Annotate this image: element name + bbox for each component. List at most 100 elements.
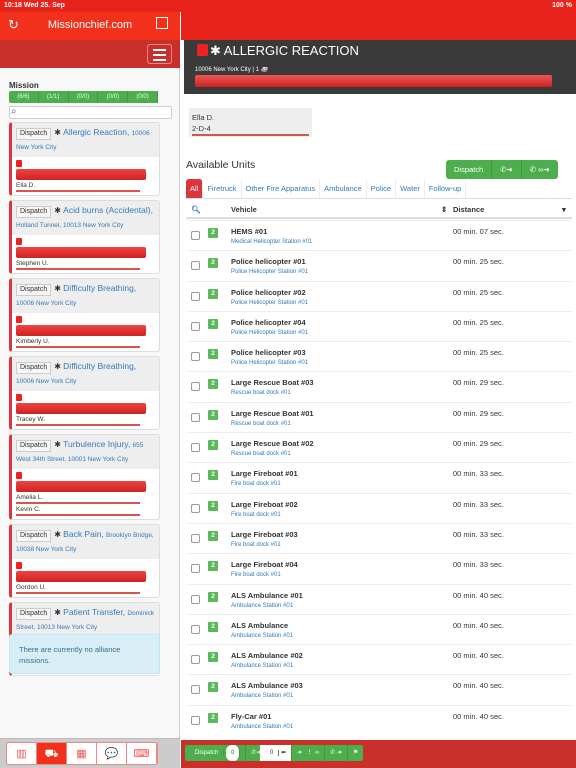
station-name[interactable]: Ambulance Station #01	[231, 693, 293, 699]
tab-water[interactable]: Water	[396, 179, 425, 198]
unit-checkbox[interactable]	[191, 382, 200, 392]
buildings-icon[interactable]: ▦	[67, 743, 97, 764]
table-row[interactable]: 2 ALS Ambulance #03 Ambulance Station #01 0…	[186, 674, 572, 704]
dispatch-share-next-button[interactable]: ✆ ∞➜	[522, 160, 558, 179]
table-row[interactable]: 2 Police helicopter #01 Police Helicopter …	[186, 250, 572, 280]
vehicle-name[interactable]: Large Rescue Boat #02	[231, 439, 314, 448]
missions-icon[interactable]: ⛟	[37, 743, 67, 764]
table-row[interactable]: 2 Large Fireboat #03 Fire boat dock #01 00 …	[186, 522, 572, 553]
vehicle-name[interactable]: ALS Ambulance #01	[231, 591, 303, 600]
station-name[interactable]: Medical Helicopter Station #01	[231, 239, 312, 245]
dispatch-next-button[interactable]: ✆➜	[492, 160, 522, 179]
station-name[interactable]: Fire boat dock #01	[231, 572, 281, 578]
dispatch-button[interactable]: Dispatch	[446, 160, 493, 179]
unit-checkbox[interactable]	[191, 624, 200, 634]
search-icon[interactable]: 🔍︎	[191, 205, 201, 214]
tab-follow-up[interactable]: Follow-up	[425, 179, 467, 198]
vehicle-name[interactable]: ALS Ambulance	[231, 621, 288, 630]
table-row[interactable]: 2 ALS Ambulance Ambulance Station #01 00 mi…	[186, 613, 572, 644]
unit-checkbox[interactable]	[191, 291, 200, 301]
mission-card[interactable]: Dispatch ✱ Acid burns (Accidental), Holla…	[9, 200, 160, 274]
mission-card[interactable]: Dispatch ✱ Turbulence Injury, 655 West 34…	[9, 434, 160, 520]
station-name[interactable]: Fire boat dock #01	[231, 512, 281, 518]
table-row[interactable]: 2 Police helicopter #03 Police Helicopter …	[186, 341, 572, 371]
table-row[interactable]: 2 ALS Ambulance #01 Ambulance Station #01 0…	[186, 583, 572, 614]
vehicle-name[interactable]: HEMS #01	[231, 227, 267, 236]
vehicle-name[interactable]: Large Fireboat #04	[231, 560, 298, 569]
dispatch-button[interactable]: Dispatch	[16, 362, 52, 374]
tab-ambulance[interactable]: Ambulance	[320, 179, 367, 198]
unit-checkbox[interactable]	[191, 533, 200, 543]
unit-checkbox[interactable]	[191, 231, 200, 240]
station-name[interactable]: Police Helicopter Station #01	[231, 330, 308, 336]
footer-dispatch-button[interactable]: Dispatch 0	[185, 745, 247, 761]
station-name[interactable]: Ambulance Station #01	[231, 603, 293, 609]
menu-button[interactable]	[147, 44, 172, 64]
vehicle-name[interactable]: Large Rescue Boat #03	[231, 378, 314, 387]
dispatch-button[interactable]: Dispatch	[16, 128, 52, 140]
unit-checkbox[interactable]	[191, 503, 200, 513]
previous-mission-button[interactable]: 0 ⬅	[260, 745, 293, 761]
mission-card[interactable]: Dispatch ✱ Difficulty Breathing, 10006 Ne…	[9, 356, 160, 430]
table-row[interactable]: 2 HEMS #01 Medical Helicopter Station #01 0…	[186, 220, 572, 250]
unit-checkbox[interactable]	[191, 655, 200, 665]
table-row[interactable]: 2 Large Fireboat #02 Fire boat dock #01 00 …	[186, 492, 572, 523]
unit-checkbox[interactable]	[191, 443, 200, 453]
filter-building-icon[interactable]: (0/0)	[69, 91, 99, 103]
vehicle-name[interactable]: ALS Ambulance #02	[231, 651, 303, 660]
table-row[interactable]: 2 Police helicopter #04 Police Helicopter …	[186, 310, 572, 341]
vehicle-name[interactable]: Police helicopter #04	[231, 318, 306, 327]
dispatch-button[interactable]: Dispatch	[16, 284, 52, 296]
station-name[interactable]: Ambulance Station #01	[231, 633, 293, 639]
unit-checkbox[interactable]	[191, 594, 200, 604]
filter-clock-icon[interactable]: (0/0)	[128, 91, 158, 103]
mission-name[interactable]: Acid burns (Accidental),	[63, 205, 153, 215]
unit-checkbox[interactable]	[191, 261, 200, 271]
sort-icon[interactable]: ⇕	[441, 205, 447, 214]
vehicle-name[interactable]: Police helicopter #01	[231, 257, 306, 266]
sort-desc-icon[interactable]: ▾	[562, 205, 566, 214]
mission-name[interactable]: Allergic Reaction,	[63, 127, 129, 137]
tab-police[interactable]: Police	[367, 179, 397, 198]
unit-checkbox[interactable]	[191, 352, 200, 362]
mission-search-input[interactable]: ⌕	[9, 106, 172, 119]
vehicle-name[interactable]: Fly-Car #01	[231, 712, 271, 721]
expand-icon[interactable]	[156, 17, 168, 29]
mission-card[interactable]: Dispatch ✱ Back Pain, Brooklyn Bridge, 10…	[9, 524, 160, 598]
table-row[interactable]: 2 Large Fireboat #04 Fire boat dock #01 00 …	[186, 553, 572, 583]
tab-firetruck[interactable]: Firetruck	[203, 179, 242, 198]
filter-patient-icon[interactable]: (6/6)	[9, 91, 39, 103]
unit-checkbox[interactable]	[191, 685, 200, 695]
distance-column-header[interactable]: Distance	[453, 205, 484, 214]
finish-flag-icon[interactable]: ⚑	[348, 745, 363, 761]
vehicle-name[interactable]: Large Fireboat #01	[231, 469, 298, 478]
table-row[interactable]: 2 Large Rescue Boat #01 Rescue boat dock #…	[186, 401, 572, 432]
station-name[interactable]: Rescue boat dock #01	[231, 421, 291, 427]
table-row[interactable]: 2 Police helicopter #02 Police Helicopter …	[186, 280, 572, 311]
mission-name[interactable]: Difficulty Breathing,	[63, 361, 136, 371]
table-row[interactable]: 2 Large Rescue Boat #02 Rescue boat dock #…	[186, 432, 572, 462]
mission-name[interactable]: Patient Transfer,	[63, 607, 125, 617]
station-name[interactable]: Rescue boat dock #01	[231, 390, 291, 396]
unit-checkbox[interactable]	[191, 412, 200, 422]
dispatch-button[interactable]: Dispatch	[16, 608, 52, 620]
tab-all[interactable]: All	[186, 179, 204, 198]
patient-card[interactable]: Ella D. 2-D-4	[189, 108, 312, 137]
share-call-next-button[interactable]: ✆ ➜	[325, 745, 349, 761]
dispatch-button[interactable]: Dispatch	[16, 530, 52, 542]
station-name[interactable]: Police Helicopter Station #01	[231, 300, 308, 306]
table-row[interactable]: 2 Fly-Car #01 Ambulance Station #01 00 min.…	[186, 704, 572, 735]
mission-name[interactable]: Back Pain,	[63, 529, 104, 539]
unit-checkbox[interactable]	[191, 321, 200, 331]
mission-card[interactable]: Dispatch ✱ Difficulty Breathing, 10006 Ne…	[9, 278, 160, 352]
dispatch-button[interactable]: Dispatch	[16, 206, 52, 218]
unit-checkbox[interactable]	[191, 564, 200, 574]
filter-event-icon[interactable]: (0/0)	[98, 91, 129, 103]
station-name[interactable]: Fire boat dock #01	[231, 481, 281, 487]
mission-name[interactable]: Difficulty Breathing,	[63, 283, 136, 293]
station-name[interactable]: Ambulance Station #01	[231, 724, 293, 730]
chat-icon[interactable]: 💬	[97, 743, 127, 764]
mission-name[interactable]: Turbulence Injury,	[63, 439, 130, 449]
share-icon[interactable]: ∞	[310, 745, 326, 761]
unit-checkbox[interactable]	[191, 473, 200, 483]
